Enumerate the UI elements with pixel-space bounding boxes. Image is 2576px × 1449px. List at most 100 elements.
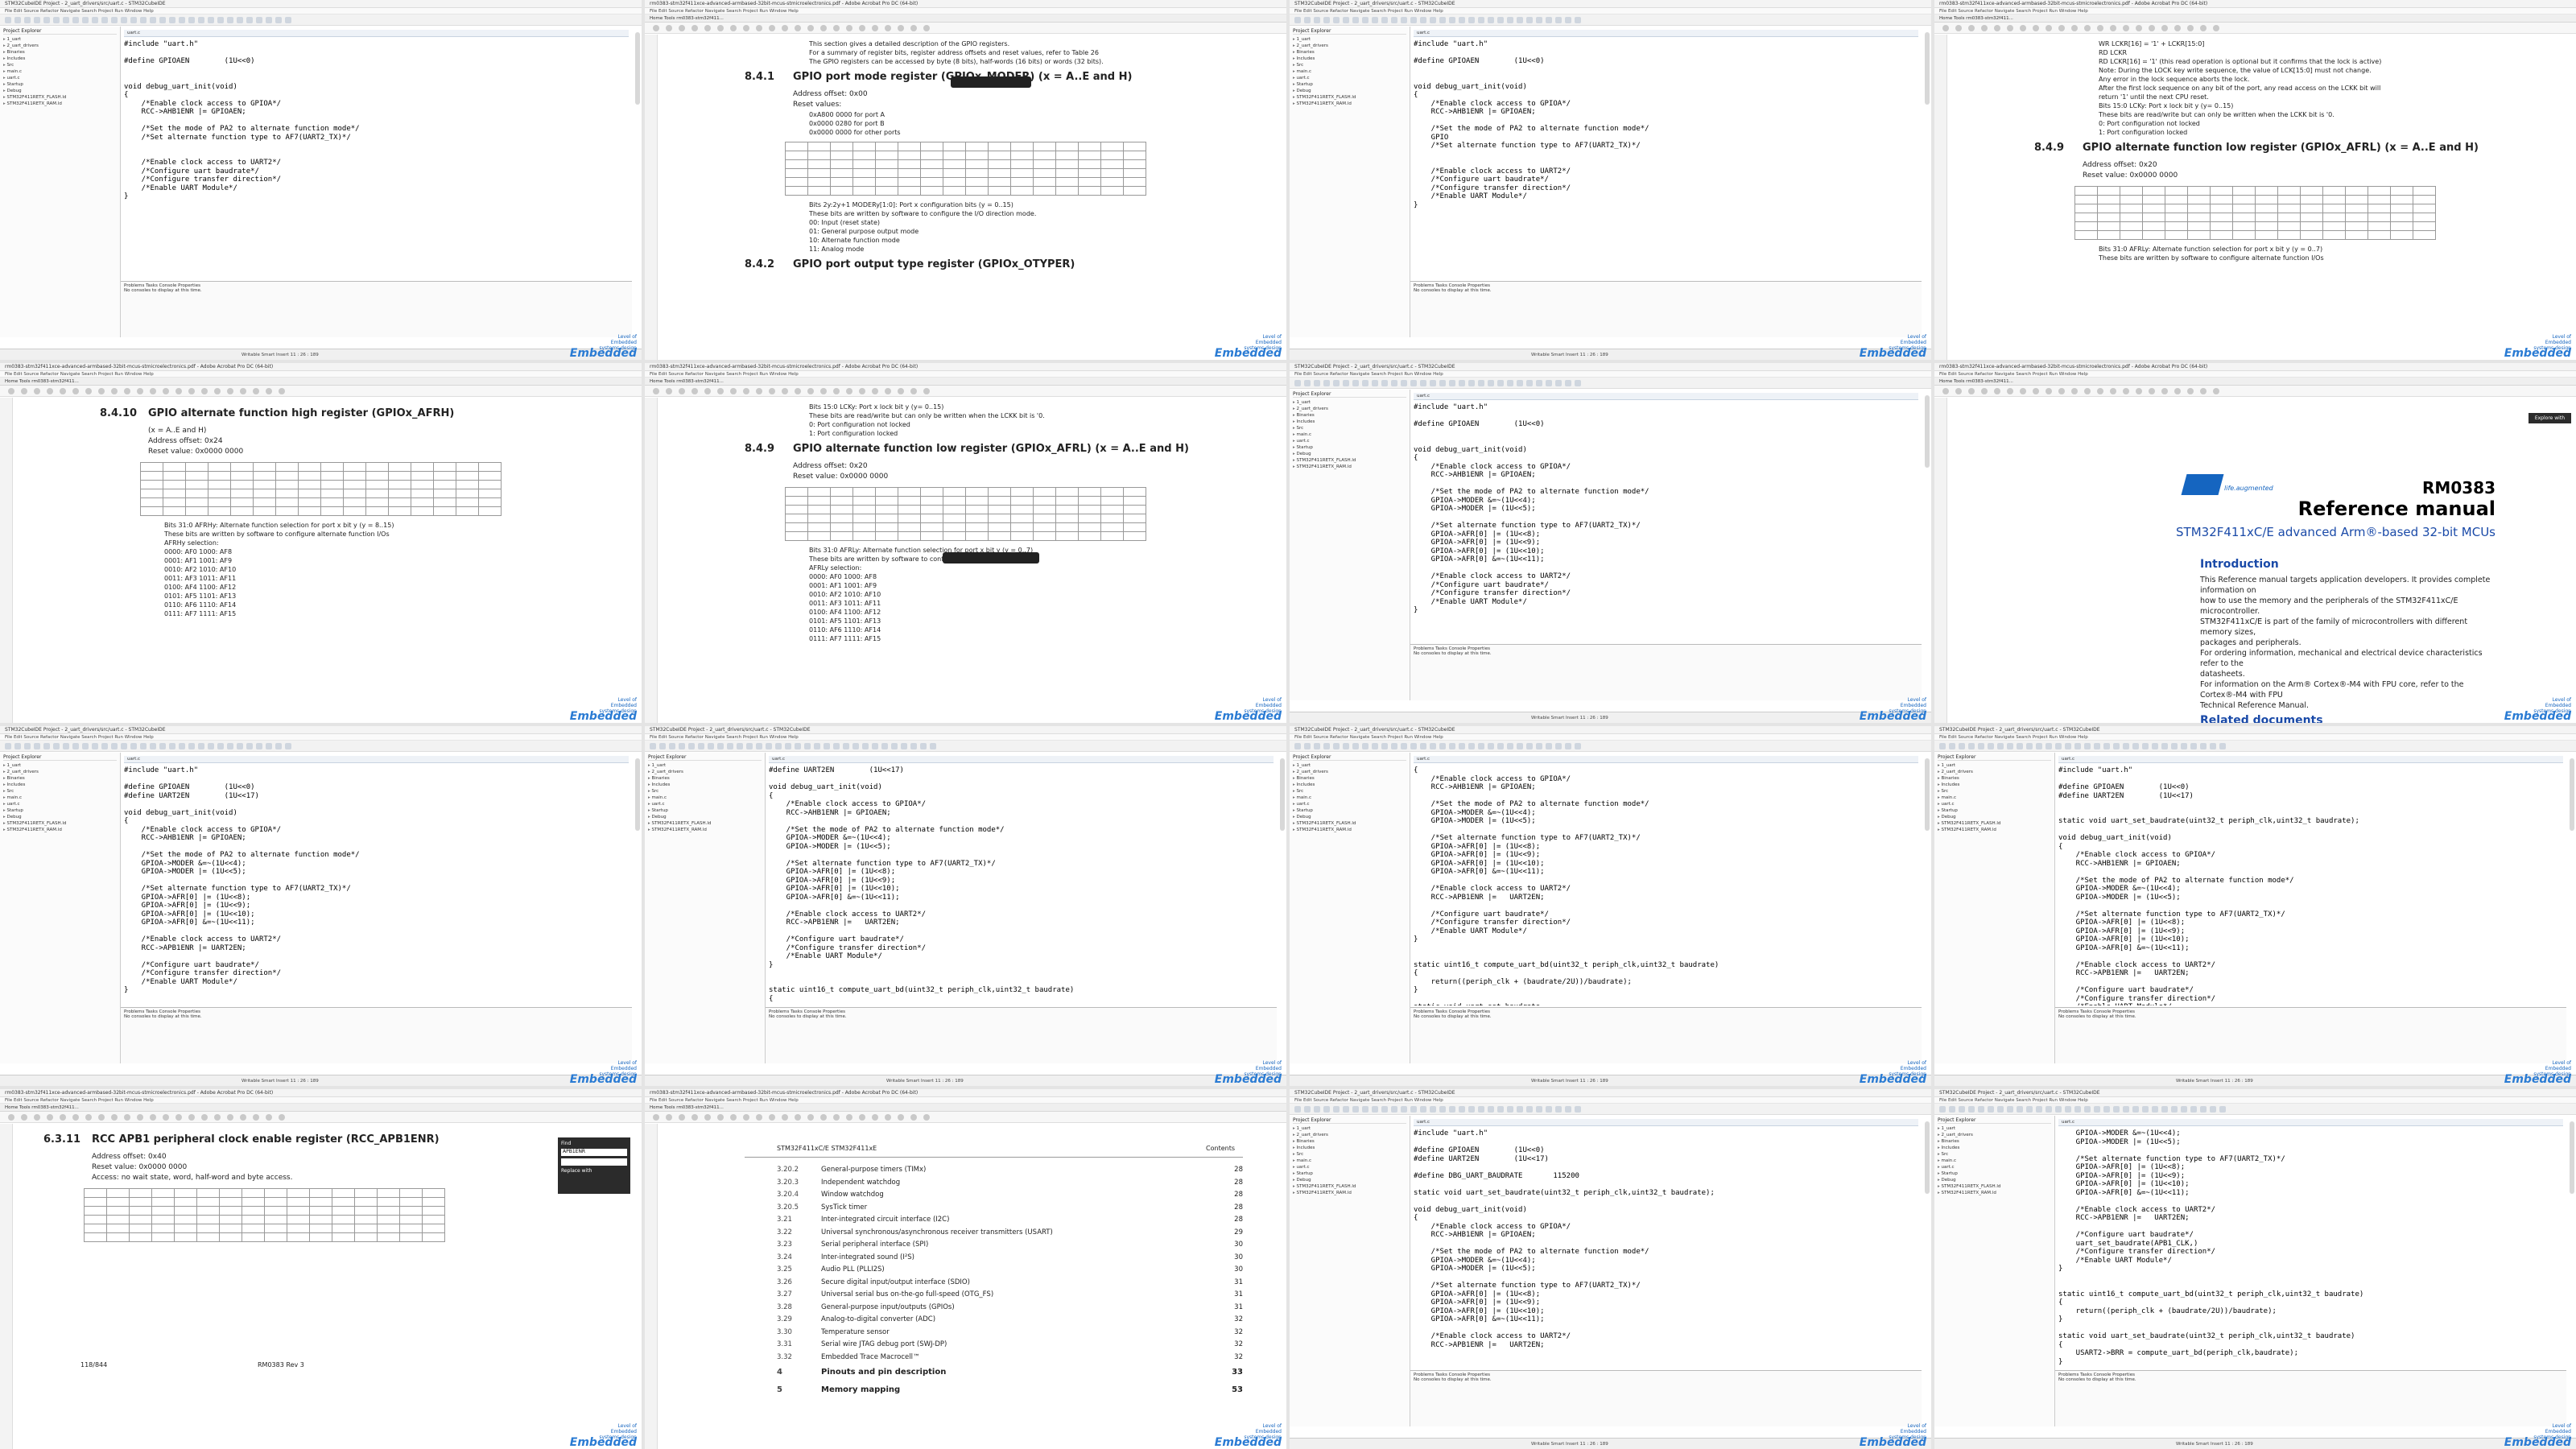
toolbar-icon[interactable] xyxy=(275,17,282,23)
toc-row[interactable]: 4 Pinouts and pin description 33 xyxy=(777,1364,1243,1381)
toolbar-icon[interactable] xyxy=(688,743,695,749)
toolbar-icon[interactable] xyxy=(1304,743,1311,749)
toolbar-icon[interactable] xyxy=(201,1114,208,1121)
toc-row[interactable]: 3.29 Analog-to-digital converter (ADC) 32 xyxy=(777,1314,1243,1327)
toolbar-icon[interactable] xyxy=(653,388,659,394)
toolbar-icon[interactable] xyxy=(2219,1106,2226,1113)
toolbar-icon[interactable] xyxy=(72,17,79,23)
toolbar-icon[interactable] xyxy=(1959,1106,1965,1113)
tree-item[interactable]: 2_uart_drivers xyxy=(1938,769,2051,775)
toolbar-icon[interactable] xyxy=(2074,1106,2081,1113)
toolbar-icon[interactable] xyxy=(8,388,14,394)
tree-item[interactable]: STM32F411RETX_RAM.ld xyxy=(1938,1190,2051,1196)
toolbar-icon[interactable] xyxy=(2084,1106,2091,1113)
tree-item[interactable]: 2_uart_drivers xyxy=(3,43,117,49)
toolbar-icon[interactable] xyxy=(1381,1106,1388,1113)
toolbar-icon[interactable] xyxy=(2084,743,2091,749)
toolbar-icon[interactable] xyxy=(1401,743,1407,749)
toolbar-icon[interactable] xyxy=(63,17,69,23)
toolbar-icon[interactable] xyxy=(237,17,243,23)
tree-item[interactable]: uart.c xyxy=(1293,438,1406,444)
tree-item[interactable]: Binaries xyxy=(1293,775,1406,782)
tree-item[interactable]: Binaries xyxy=(1293,49,1406,56)
menu-bar[interactable]: File Edit Source Refactor Navigate Searc… xyxy=(645,371,1286,378)
toolbar-icon[interactable] xyxy=(2190,1106,2197,1113)
menu-bar[interactable]: File Edit Source Refactor Navigate Searc… xyxy=(0,734,642,741)
toolbar-icon[interactable] xyxy=(1352,380,1359,386)
toolbar-icon[interactable] xyxy=(2026,743,2033,749)
toolbar-icon[interactable] xyxy=(1323,743,1330,749)
code-editor[interactable]: uart.c GPIOA->MODER &=~(1U<<4); GPIOA->M… xyxy=(2055,1116,2566,1368)
toolbar-icon[interactable] xyxy=(1352,1106,1359,1113)
toolbar-icon[interactable] xyxy=(240,388,246,394)
code-editor[interactable]: uart.c #include "uart.h" #define GPIOAEN … xyxy=(121,753,632,1005)
menu-bar[interactable]: File Edit Source Refactor Navigate Searc… xyxy=(0,1097,642,1104)
tree-item[interactable]: Debug xyxy=(3,814,117,820)
editor-tab[interactable]: uart.c xyxy=(1414,756,1918,763)
tree-item[interactable]: Src xyxy=(1293,788,1406,795)
toolbar-icon[interactable] xyxy=(2036,743,2042,749)
toolbar-icon[interactable] xyxy=(2113,1106,2120,1113)
toolbar-icon[interactable] xyxy=(5,17,11,23)
toolbar-icon[interactable] xyxy=(717,388,724,394)
source-code[interactable]: #include "uart.h" #define GPIOAEN (1U<<0… xyxy=(2058,766,2563,1005)
toolbar-icon[interactable] xyxy=(60,388,66,394)
toc-row[interactable]: 3.30 Temperature sensor 32 xyxy=(777,1327,1243,1340)
toolbar-icon[interactable] xyxy=(1439,743,1446,749)
toolbar-icon[interactable] xyxy=(208,743,214,749)
toolbar-icon[interactable] xyxy=(872,388,878,394)
toolbar-icon[interactable] xyxy=(34,1114,40,1121)
scrollbar[interactable] xyxy=(1925,395,1930,468)
tree-item[interactable]: uart.c xyxy=(1293,801,1406,807)
toolbar-icon[interactable] xyxy=(2097,388,2103,394)
tree-item[interactable]: 2_uart_drivers xyxy=(648,769,762,775)
tree-item[interactable]: 1_uart xyxy=(3,762,117,769)
tree-item[interactable]: uart.c xyxy=(1938,1164,2051,1170)
tree-item[interactable]: uart.c xyxy=(1938,801,2051,807)
toolbar-icon[interactable] xyxy=(2210,743,2216,749)
toolbar-icon[interactable] xyxy=(833,25,840,31)
toolbar-icon[interactable] xyxy=(266,388,272,394)
toolbar-icon[interactable] xyxy=(2094,743,2100,749)
toolbar-icon[interactable] xyxy=(34,388,40,394)
toolbar-icon[interactable] xyxy=(179,743,185,749)
tree-item[interactable]: Binaries xyxy=(3,49,117,56)
toolbar-icon[interactable] xyxy=(253,388,259,394)
source-code[interactable]: #include "uart.h" #define GPIOAEN (1U<<0… xyxy=(124,766,629,995)
toolbar-icon[interactable] xyxy=(256,743,262,749)
toolbar-icon[interactable] xyxy=(650,743,656,749)
toolbar-icon[interactable] xyxy=(159,17,166,23)
toolbar-icon[interactable] xyxy=(130,743,137,749)
toolbar-icon[interactable] xyxy=(1575,1106,1581,1113)
tree-item[interactable]: Startup xyxy=(3,81,117,88)
toolbar-icon[interactable] xyxy=(1468,380,1475,386)
toolbar-icon[interactable] xyxy=(1981,25,1988,31)
toolbar-icon[interactable] xyxy=(885,25,891,31)
scrollbar[interactable] xyxy=(2570,1121,2574,1194)
scrollbar[interactable] xyxy=(2570,758,2574,831)
toolbar-icon[interactable] xyxy=(14,17,21,23)
toolbar-icon[interactable] xyxy=(1420,17,1426,23)
tree-item[interactable]: Src xyxy=(1293,425,1406,431)
toolbar-icon[interactable] xyxy=(1555,17,1562,23)
toolbar-icon[interactable] xyxy=(1304,380,1311,386)
toolbar-icon[interactable] xyxy=(43,743,50,749)
toc-row[interactable]: 3.20.4 Window watchdog 28 xyxy=(777,1189,1243,1202)
toolbar-icon[interactable] xyxy=(1420,380,1426,386)
toolbar-icon[interactable] xyxy=(730,1114,737,1121)
toolbar-icon[interactable] xyxy=(130,17,137,23)
toolbar-icon[interactable] xyxy=(846,1114,852,1121)
tree-item[interactable]: STM32F411RETX_RAM.ld xyxy=(648,827,762,833)
tree-item[interactable]: Includes xyxy=(1293,419,1406,425)
toolbar-icon[interactable] xyxy=(833,1114,840,1121)
toolbar-icon[interactable] xyxy=(1294,1106,1301,1113)
toolbar-icon[interactable] xyxy=(2084,25,2091,31)
toolbar-icon[interactable] xyxy=(2046,743,2052,749)
toolbar-icon[interactable] xyxy=(846,388,852,394)
toolbar-icon[interactable] xyxy=(1517,17,1523,23)
toolbar-icon[interactable] xyxy=(1343,1106,1349,1113)
tree-item[interactable]: 2_uart_drivers xyxy=(1938,1132,2051,1138)
floating-toolbar[interactable] xyxy=(951,76,1031,88)
toolbar-icon[interactable] xyxy=(898,1114,904,1121)
toolbar-icon[interactable] xyxy=(1381,17,1388,23)
